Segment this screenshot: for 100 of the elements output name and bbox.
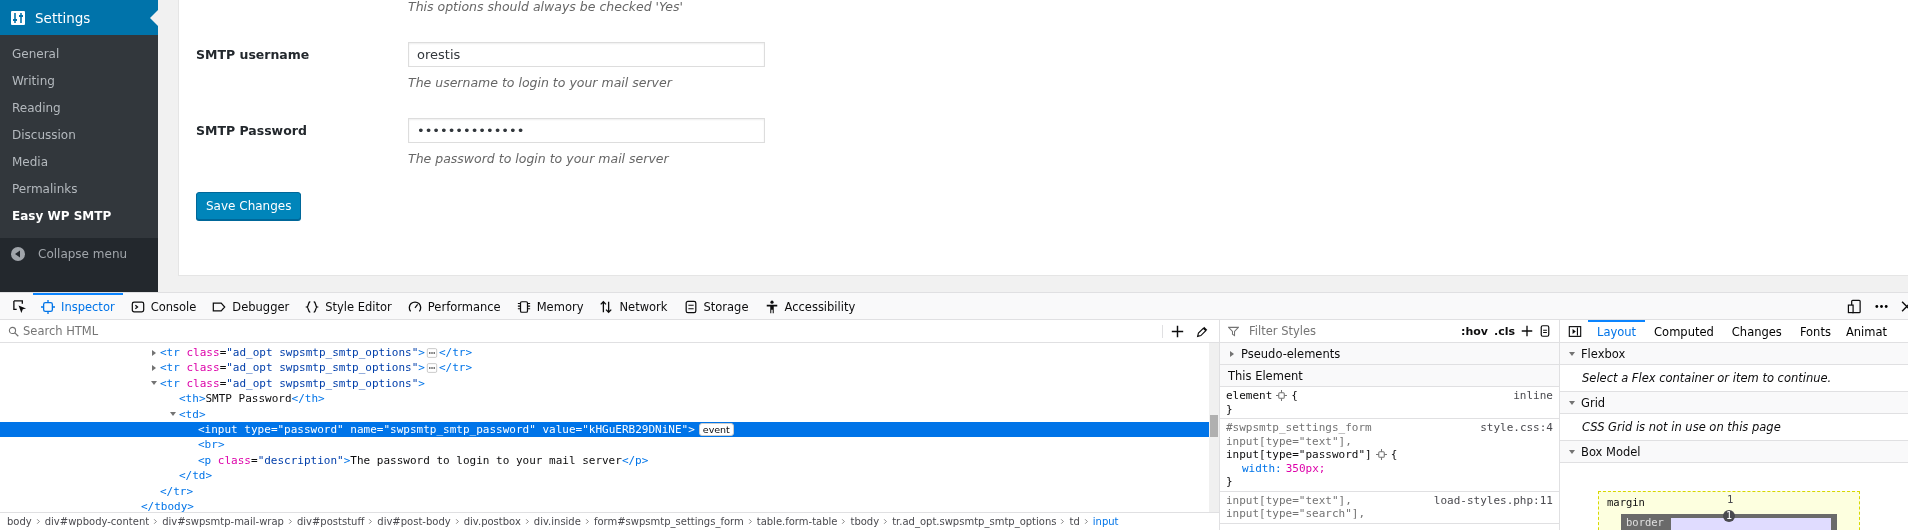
breadcrumb-item[interactable]: table.form-table xyxy=(753,516,841,527)
console-icon xyxy=(130,300,145,314)
devtools-tab[interactable]: Debugger xyxy=(204,293,298,319)
breadcrumb-item[interactable]: div#swpsmtp-mail-wrap xyxy=(159,516,287,527)
menu-item[interactable]: Writing xyxy=(0,68,158,95)
margin-value[interactable]: 1 xyxy=(1727,493,1734,505)
markup-line[interactable]: </tbody> xyxy=(0,498,1209,515)
css-value[interactable]: 350px; xyxy=(1285,461,1326,475)
markup-line[interactable]: <th>SMTP Password</th> xyxy=(0,391,1209,407)
breadcrumb-item[interactable]: div#wpbody-content xyxy=(41,516,153,527)
responsive-design-icon[interactable] xyxy=(1847,298,1862,314)
markup-line[interactable]: </td> xyxy=(0,468,1209,484)
chevron-icon xyxy=(34,517,42,526)
tag-icon xyxy=(212,300,227,314)
scrollbar-thumb[interactable] xyxy=(1210,415,1218,437)
menu-item[interactable]: Permalinks xyxy=(0,176,158,203)
menu-item[interactable]: Easy WP SMTP xyxy=(0,203,158,230)
chevron-icon xyxy=(840,517,848,526)
sidebar-tab[interactable]: Fonts xyxy=(1790,320,1840,342)
breadcrumb-item[interactable]: td xyxy=(1066,516,1083,527)
section-title[interactable]: Grid xyxy=(1581,395,1606,410)
css-property[interactable]: width: xyxy=(1242,461,1282,475)
sidebar-tab[interactable]: Animat xyxy=(1839,320,1887,342)
expand-triangle-icon[interactable] xyxy=(150,348,158,357)
devtools-tab[interactable]: Memory xyxy=(508,293,592,319)
rule-source-link[interactable]: style.css:4 xyxy=(1480,421,1553,435)
rule-source-link[interactable]: load-styles.php:11 xyxy=(1433,493,1553,507)
menu-item[interactable]: Reading xyxy=(0,95,158,122)
breadcrumb-item[interactable]: div.inside xyxy=(530,516,584,527)
hover-toggle[interactable]: :hov xyxy=(1461,324,1488,338)
storage-icon xyxy=(683,300,698,314)
markup-line[interactable]: <td> xyxy=(0,406,1209,422)
element-picker-icon[interactable] xyxy=(12,298,27,314)
devtools-tab[interactable]: Accessibility xyxy=(756,293,864,319)
class-toggle[interactable]: .cls xyxy=(1493,324,1515,338)
devtools-tab[interactable]: Inspector xyxy=(33,293,123,319)
add-icon[interactable] xyxy=(1171,324,1184,338)
text-field[interactable]: orestis xyxy=(408,42,765,67)
breadcrumb-item[interactable]: tbody xyxy=(847,516,883,527)
border-label: border xyxy=(1626,516,1664,528)
collapsed-content-icon[interactable] xyxy=(424,347,439,358)
chevron-icon xyxy=(746,517,754,526)
sidebar-tab[interactable]: Computed xyxy=(1645,320,1723,342)
sidebar-toggle-icon[interactable] xyxy=(1568,324,1582,338)
accessibility-icon xyxy=(764,300,779,314)
expand-triangle-icon[interactable] xyxy=(150,364,158,373)
breadcrumb-item[interactable]: div#poststuff xyxy=(293,516,368,527)
document-icon[interactable] xyxy=(1539,325,1551,337)
crosshair-icon[interactable] xyxy=(1375,449,1387,461)
css-selector: input[type="text"], xyxy=(1226,493,1352,507)
rule-source-link[interactable]: inline xyxy=(1513,389,1553,403)
css-selector: input[type="text"], xyxy=(1226,434,1352,448)
breadcrumb-item[interactable]: body xyxy=(4,516,35,527)
margin-label: margin xyxy=(1607,496,1645,508)
border-value[interactable]: 1 xyxy=(1723,510,1735,522)
collapse-menu-button[interactable]: Collapse menu xyxy=(0,238,158,270)
markup-line[interactable]: <tr class="ad_opt swpsmtp_smtp_options"> xyxy=(0,375,1209,392)
expand-triangle-icon[interactable] xyxy=(1228,349,1236,358)
close-icon[interactable] xyxy=(1899,298,1908,314)
devtools-tab[interactable]: Style Editor xyxy=(297,293,400,319)
braces-icon xyxy=(305,300,320,314)
markup-line[interactable]: <br> xyxy=(0,437,1209,453)
filter-styles-field[interactable]: Filter Styles xyxy=(1245,321,1455,341)
devtools-tab[interactable]: Console xyxy=(122,293,205,319)
chevron-icon xyxy=(367,517,375,526)
menu-item[interactable]: Discussion xyxy=(0,122,158,149)
markup-line[interactable]: <tr class="ad_opt swpsmtp_smtp_options"> </tr> xyxy=(0,360,1209,376)
collapse-triangle-icon[interactable] xyxy=(1568,398,1576,407)
collapse-triangle-icon[interactable] xyxy=(1568,349,1576,358)
text-field[interactable]: •••••••••••••• xyxy=(408,118,765,143)
markup-line[interactable]: </tr> xyxy=(0,483,1209,499)
crosshair-icon[interactable] xyxy=(1276,390,1288,402)
search-html-field[interactable]: Search HTML xyxy=(19,321,1162,341)
breadcrumb-item[interactable]: input xyxy=(1089,516,1122,527)
inspector-icon xyxy=(41,300,55,314)
collapse-triangle-icon[interactable] xyxy=(1568,447,1576,456)
settings-menu-header[interactable]: Settings xyxy=(0,0,158,35)
search-icon xyxy=(8,325,19,337)
breadcrumb-item[interactable]: form#swpsmtp_settings_form xyxy=(590,516,747,527)
markup-line[interactable]: <p class="description">The password to login to your mail server</p> xyxy=(0,452,1209,469)
breadcrumb-item[interactable]: tr.ad_opt.swpsmtp_smtp_options xyxy=(889,516,1060,527)
devtools-tab[interactable]: Network xyxy=(591,293,676,319)
add-rule-icon[interactable] xyxy=(1521,325,1533,337)
collapsed-content-icon[interactable] xyxy=(424,363,439,374)
menu-item[interactable]: Media xyxy=(0,149,158,176)
section-title[interactable]: Box Model xyxy=(1581,444,1641,459)
sidebar-tab[interactable]: Changes xyxy=(1722,320,1791,342)
breadcrumb-item[interactable]: div#post-body xyxy=(374,516,454,527)
breadcrumb-item[interactable]: div.postbox xyxy=(460,516,524,527)
menu-item[interactable]: General xyxy=(0,41,158,68)
section-title[interactable]: Flexbox xyxy=(1581,346,1626,361)
chevron-icon xyxy=(1082,517,1090,526)
save-changes-button[interactable]: Save Changes xyxy=(196,192,302,220)
arrows-icon xyxy=(599,300,614,314)
devtools-tab[interactable]: Performance xyxy=(399,293,509,319)
markup-line[interactable]: <tr class="ad_opt swpsmtp_smtp_options"> </tr> xyxy=(0,345,1209,361)
event-badge[interactable]: event xyxy=(698,423,734,437)
devtools-tab[interactable]: Storage xyxy=(675,293,757,319)
field-label: SMTP Password xyxy=(196,123,308,138)
field-label: SMTP username xyxy=(196,47,311,62)
